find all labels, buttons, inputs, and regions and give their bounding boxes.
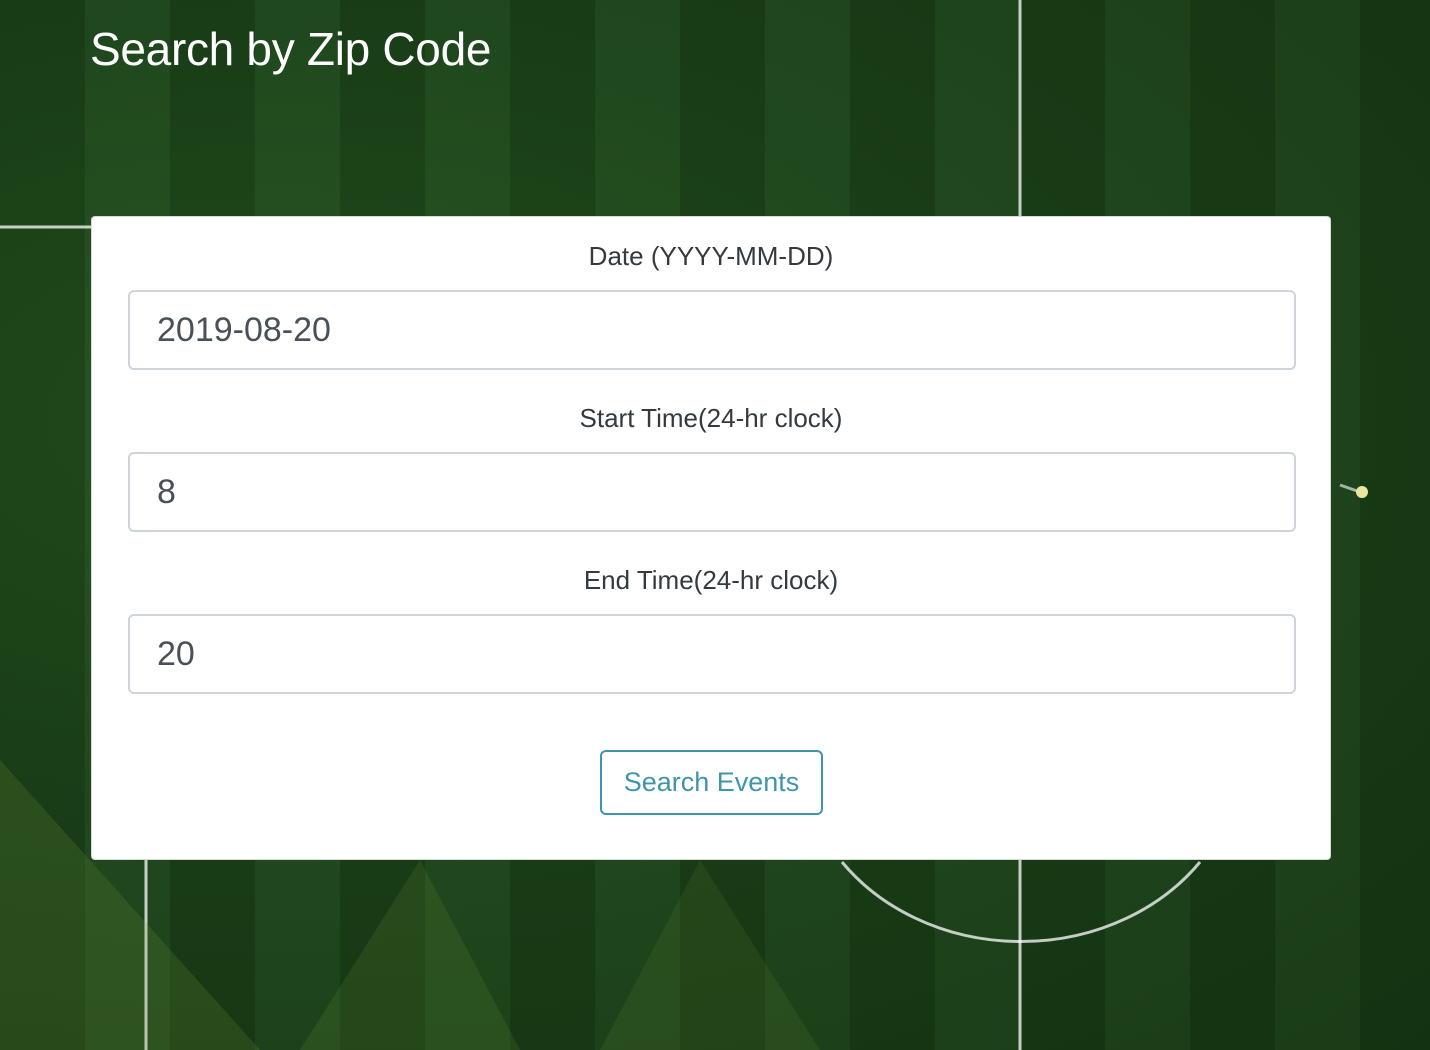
search-events-button[interactable]: Search Events: [600, 750, 823, 815]
search-form-card: Date (YYYY-MM-DD) Start Time(24-hr clock…: [91, 216, 1331, 860]
end-time-label: End Time(24-hr clock): [583, 565, 839, 595]
end-time-input[interactable]: [128, 614, 1296, 694]
light-patch: [300, 860, 520, 1050]
page-title: Search by Zip Code: [90, 23, 492, 75]
date-input[interactable]: [128, 290, 1296, 370]
start-time-label: Start Time(24-hr clock): [579, 403, 843, 433]
light-patch: [600, 860, 820, 1050]
start-time-input[interactable]: [128, 452, 1296, 532]
date-label: Date (YYYY-MM-DD): [588, 241, 834, 271]
ball-icon: [1356, 486, 1368, 498]
